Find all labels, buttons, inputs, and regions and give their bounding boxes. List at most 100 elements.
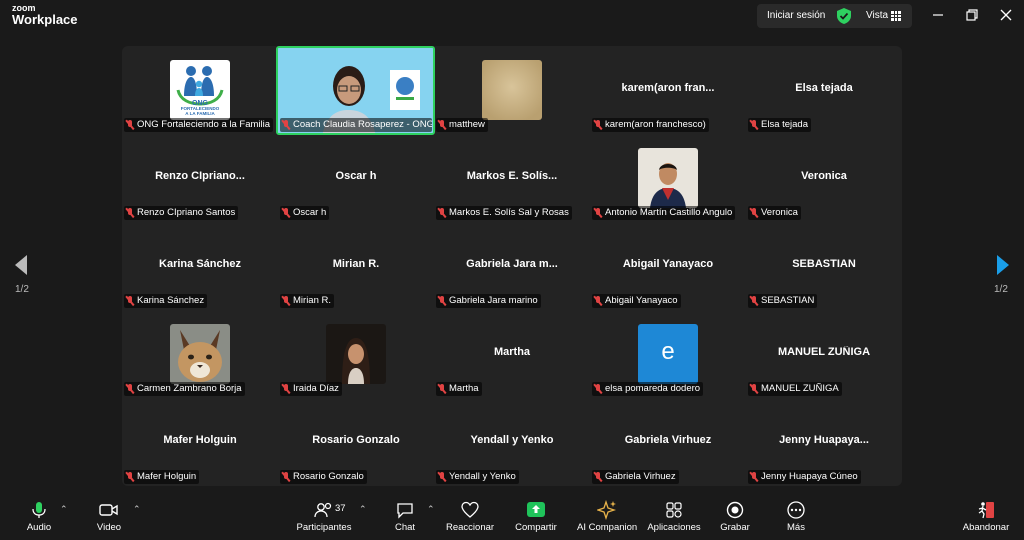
- audio-options-caret-icon[interactable]: ⌃: [60, 504, 68, 515]
- participant-name-label: Iraida Díaz: [280, 382, 342, 396]
- record-icon: [726, 501, 744, 519]
- participant-display-name: SEBASTIAN: [792, 258, 856, 270]
- participant-display-name: MANUEL ZUÑIGA: [777, 346, 871, 358]
- share-screen-button[interactable]: Compartir: [514, 500, 558, 538]
- participant-tile[interactable]: Gabriela Virhuez Gabriela Virhuez: [590, 398, 746, 486]
- react-button[interactable]: Reaccionar: [446, 500, 494, 538]
- participant-tile[interactable]: Gabriela Jara m... Gabriela Jara marino: [434, 222, 590, 310]
- participant-name-text: Renzo CIpriano Santos: [137, 207, 236, 218]
- avatar-letter: e: [661, 338, 675, 365]
- participant-tile[interactable]: MANUEL ZUÑIGA MANUEL ZUÑIGA: [746, 310, 902, 398]
- audio-label: Audio: [26, 522, 52, 533]
- muted-microphone-icon: [282, 472, 290, 482]
- close-window-icon[interactable]: [999, 8, 1013, 22]
- participants-icon: [314, 502, 332, 518]
- participant-display-name: Renzo CIpriano...: [155, 170, 245, 182]
- ai-companion-button[interactable]: AI Companion: [577, 500, 637, 538]
- participant-tile[interactable]: Renzo CIpriano... Renzo CIpriano Santos: [122, 134, 278, 222]
- participant-display-name: Jenny Huapaya...: [779, 434, 869, 446]
- participant-display-name: karem(aron fran...: [621, 82, 715, 94]
- participant-tile[interactable]: Karina Sánchez Karina Sánchez: [122, 222, 278, 310]
- participant-tile[interactable]: karem(aron fran... karem(aron franchesco): [590, 46, 746, 134]
- more-label: Más: [787, 522, 805, 533]
- security-shield-icon[interactable]: [837, 8, 851, 24]
- muted-microphone-icon: [594, 296, 602, 306]
- participant-name-label: Mafer Holguin: [124, 470, 200, 484]
- record-label: Grabar: [720, 522, 750, 533]
- video-button[interactable]: Video: [92, 500, 126, 538]
- participant-tile[interactable]: Abigail Yanayaco Abigail Yanayaco: [590, 222, 746, 310]
- participant-name-text: Gabriela Virhuez: [605, 471, 676, 482]
- previous-page-arrow-icon[interactable]: [13, 254, 29, 276]
- participant-tile[interactable]: matthew: [434, 46, 590, 134]
- restore-window-icon[interactable]: [965, 8, 979, 22]
- participant-name-label: Veronica: [748, 206, 801, 220]
- participant-name-text: Elsa tejada: [761, 119, 809, 130]
- participant-name-text: matthew: [449, 119, 485, 130]
- participant-photo: [482, 60, 542, 120]
- participant-tile[interactable]: Yendall y Yenko Yendall y Yenko: [434, 398, 590, 486]
- participants-label: Participantes: [296, 522, 352, 533]
- muted-microphone-icon: [126, 296, 134, 306]
- participant-display-name: Oscar h: [335, 170, 377, 182]
- muted-microphone-icon: [282, 120, 290, 130]
- chat-label: Chat: [394, 522, 416, 533]
- zoom-workplace-logo: zoom Workplace: [12, 4, 78, 27]
- participant-tile[interactable]: Antonio Martín Castillo Angulo: [590, 134, 746, 222]
- next-page-arrow-icon[interactable]: [995, 254, 1011, 276]
- participant-name-label: Abigail Yanayaco: [592, 294, 681, 308]
- participant-name-label: MANUEL ZUÑIGA: [748, 382, 842, 396]
- participant-tile[interactable]: e elsa pomareda dodero: [590, 310, 746, 398]
- video-options-caret-icon[interactable]: ⌃: [133, 504, 141, 515]
- participant-tile[interactable]: Martha Martha: [434, 310, 590, 398]
- page-indicator-right: 1/2: [994, 284, 1008, 295]
- participant-tile[interactable]: Jenny Huapaya... Jenny Huapaya Cúneo: [746, 398, 902, 486]
- participant-name-text: Coach Claudia Rosaperez - ONG...: [293, 119, 432, 130]
- grid-view-icon[interactable]: [891, 11, 901, 21]
- audio-button[interactable]: Audio: [22, 500, 56, 538]
- sign-in-button[interactable]: Iniciar sesión: [767, 10, 825, 21]
- participant-name-text: Veronica: [761, 207, 798, 218]
- participant-name-label: Gabriela Jara marino: [436, 294, 541, 308]
- muted-microphone-icon: [282, 384, 290, 394]
- muted-microphone-icon: [282, 296, 290, 306]
- participant-tile[interactable]: Elsa tejada Elsa tejada: [746, 46, 902, 134]
- participant-name-label: Mirian R.: [280, 294, 335, 308]
- more-button[interactable]: Más: [782, 500, 810, 538]
- participant-tile[interactable]: Rosario Gonzalo Rosario Gonzalo: [278, 398, 434, 486]
- participant-tile[interactable]: Mafer Holguin Mafer Holguin: [122, 398, 278, 486]
- participant-name-label: Rosario Gonzalo: [280, 470, 367, 484]
- record-button[interactable]: Grabar: [719, 500, 751, 538]
- participant-tile[interactable]: SEBASTIAN SEBASTIAN: [746, 222, 902, 310]
- participant-tile[interactable]: Oscar h Oscar h: [278, 134, 434, 222]
- participant-tile[interactable]: ONG FORTALECIENDO A LA FAMILIA ONG Fortalec…: [122, 46, 278, 134]
- chat-options-caret-icon[interactable]: ⌃: [427, 504, 435, 515]
- participant-tile[interactable]: Mirian R. Mirian R.: [278, 222, 434, 310]
- letter-avatar: e: [638, 324, 698, 384]
- muted-microphone-icon: [126, 384, 134, 394]
- participants-options-caret-icon[interactable]: ⌃: [359, 504, 367, 515]
- ai-companion-label: AI Companion: [577, 522, 638, 533]
- apps-button[interactable]: Aplicaciones: [647, 500, 701, 538]
- participant-name-text: Mirian R.: [293, 295, 332, 306]
- heart-reaction-icon: [461, 501, 479, 518]
- participant-name-text: Abigail Yanayaco: [605, 295, 678, 306]
- participant-name-label: Karina Sánchez: [124, 294, 208, 308]
- participant-name-text: Oscar h: [293, 207, 327, 218]
- participant-tile[interactable]: Coach Claudia Rosaperez - ONG...: [278, 46, 434, 134]
- participant-tile[interactable]: Carmen Zambrano Borja: [122, 310, 278, 398]
- minimize-window-icon[interactable]: [931, 8, 945, 22]
- share-label: Compartir: [515, 522, 557, 533]
- participant-name-label: matthew: [436, 118, 488, 132]
- participant-display-name: Markos E. Solís...: [466, 170, 558, 182]
- participant-name-label: Martha: [436, 382, 482, 396]
- participant-tile[interactable]: Veronica Veronica: [746, 134, 902, 222]
- chat-button[interactable]: Chat: [390, 500, 420, 538]
- participant-tile[interactable]: Iraida Díaz: [278, 310, 434, 398]
- participant-name-label: Markos E. Solís Sal y Rosas: [436, 206, 572, 220]
- muted-microphone-icon: [594, 384, 602, 394]
- participant-tile[interactable]: Markos E. Solís... Markos E. Solís Sal y …: [434, 134, 590, 222]
- muted-microphone-icon: [750, 472, 758, 482]
- leave-meeting-button[interactable]: Abandonar: [962, 500, 1010, 538]
- view-button[interactable]: Vista: [866, 10, 888, 21]
